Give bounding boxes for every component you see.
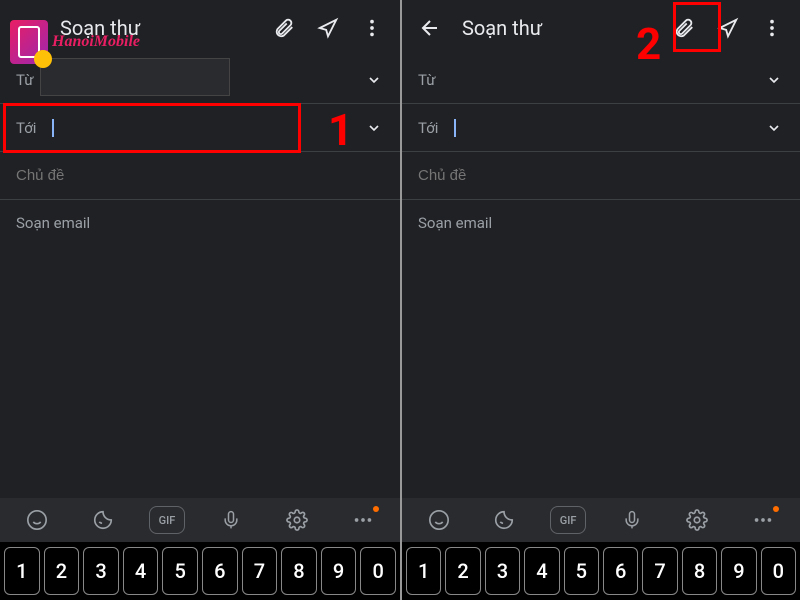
annotation-number-2: 2	[636, 18, 661, 70]
to-label: Tới	[418, 119, 448, 137]
key-2[interactable]: 2	[44, 547, 80, 595]
attach-button[interactable]	[264, 8, 304, 48]
logo-badge-icon	[10, 20, 48, 64]
body-placeholder: Soạn email	[16, 214, 384, 232]
number-keyboard-row: 1 2 3 4 5 6 7 8 9 0	[0, 542, 400, 600]
more-menu-button[interactable]	[352, 8, 392, 48]
gif-button[interactable]: GIF	[149, 506, 185, 534]
mic-icon[interactable]	[612, 502, 652, 538]
key-0[interactable]: 0	[360, 547, 396, 595]
key-6[interactable]: 6	[202, 547, 238, 595]
logo-text: HanoiMobile	[52, 33, 140, 51]
number-keyboard-row: 1 2 3 4 5 6 7 8 9 0	[402, 542, 800, 600]
subject-input[interactable]	[16, 167, 384, 184]
key-7[interactable]: 7	[242, 547, 278, 595]
compose-screen-step2: Soạn thư Từ Tới Soạn email	[400, 0, 800, 600]
more-icon[interactable]	[343, 502, 383, 538]
email-body-area[interactable]: Soạn email	[0, 200, 400, 498]
body-placeholder: Soạn email	[418, 214, 784, 232]
email-body-area[interactable]: Soạn email	[402, 200, 800, 498]
key-0[interactable]: 0	[761, 547, 796, 595]
sticker-icon[interactable]	[83, 502, 123, 538]
key-8[interactable]: 8	[281, 547, 317, 595]
send-button[interactable]	[308, 8, 348, 48]
more-menu-button[interactable]	[752, 8, 792, 48]
key-5[interactable]: 5	[162, 547, 198, 595]
from-label: Từ	[418, 71, 448, 89]
notification-dot	[773, 506, 779, 512]
key-9[interactable]: 9	[721, 547, 756, 595]
mic-icon[interactable]	[211, 502, 251, 538]
chevron-down-icon	[764, 120, 784, 136]
text-cursor	[454, 119, 456, 137]
compose-header: Soạn thư	[402, 0, 800, 56]
chevron-down-icon	[764, 72, 784, 88]
settings-gear-icon[interactable]	[277, 502, 317, 538]
key-1[interactable]: 1	[406, 547, 441, 595]
key-3[interactable]: 3	[83, 547, 119, 595]
annotation-highlight-box-2	[673, 2, 721, 52]
subject-field-row[interactable]	[0, 152, 400, 200]
key-3[interactable]: 3	[485, 547, 520, 595]
key-9[interactable]: 9	[321, 547, 357, 595]
key-8[interactable]: 8	[682, 547, 717, 595]
notification-dot	[373, 506, 379, 512]
chevron-down-icon	[364, 72, 384, 88]
keyboard-toolbar: GIF	[402, 498, 800, 542]
chevron-down-icon	[364, 120, 384, 136]
subject-input[interactable]	[418, 167, 784, 184]
header-title: Soạn thư	[462, 16, 660, 40]
subject-field-row[interactable]	[402, 152, 800, 200]
watermark-logo: HanoiMobile	[10, 20, 140, 64]
key-2[interactable]: 2	[445, 547, 480, 595]
key-4[interactable]: 4	[524, 547, 559, 595]
compose-screen-step1: Soạn thư Từ Tới Soạn email	[0, 0, 400, 600]
sticker-icon[interactable]	[484, 502, 524, 538]
key-7[interactable]: 7	[642, 547, 677, 595]
key-5[interactable]: 5	[564, 547, 599, 595]
to-field-row[interactable]: Tới	[402, 104, 800, 152]
keyboard-toolbar: GIF	[0, 498, 400, 542]
back-button[interactable]	[410, 8, 450, 48]
annotation-number-1: 1	[328, 104, 353, 156]
key-6[interactable]: 6	[603, 547, 638, 595]
emoji-icon[interactable]	[419, 502, 459, 538]
key-4[interactable]: 4	[123, 547, 159, 595]
from-field-row[interactable]: Từ	[402, 56, 800, 104]
emoji-icon[interactable]	[17, 502, 57, 538]
settings-gear-icon[interactable]	[677, 502, 717, 538]
gif-button[interactable]: GIF	[550, 506, 586, 534]
annotation-highlight-box-1	[3, 103, 301, 153]
key-1[interactable]: 1	[4, 547, 40, 595]
more-icon[interactable]	[743, 502, 783, 538]
